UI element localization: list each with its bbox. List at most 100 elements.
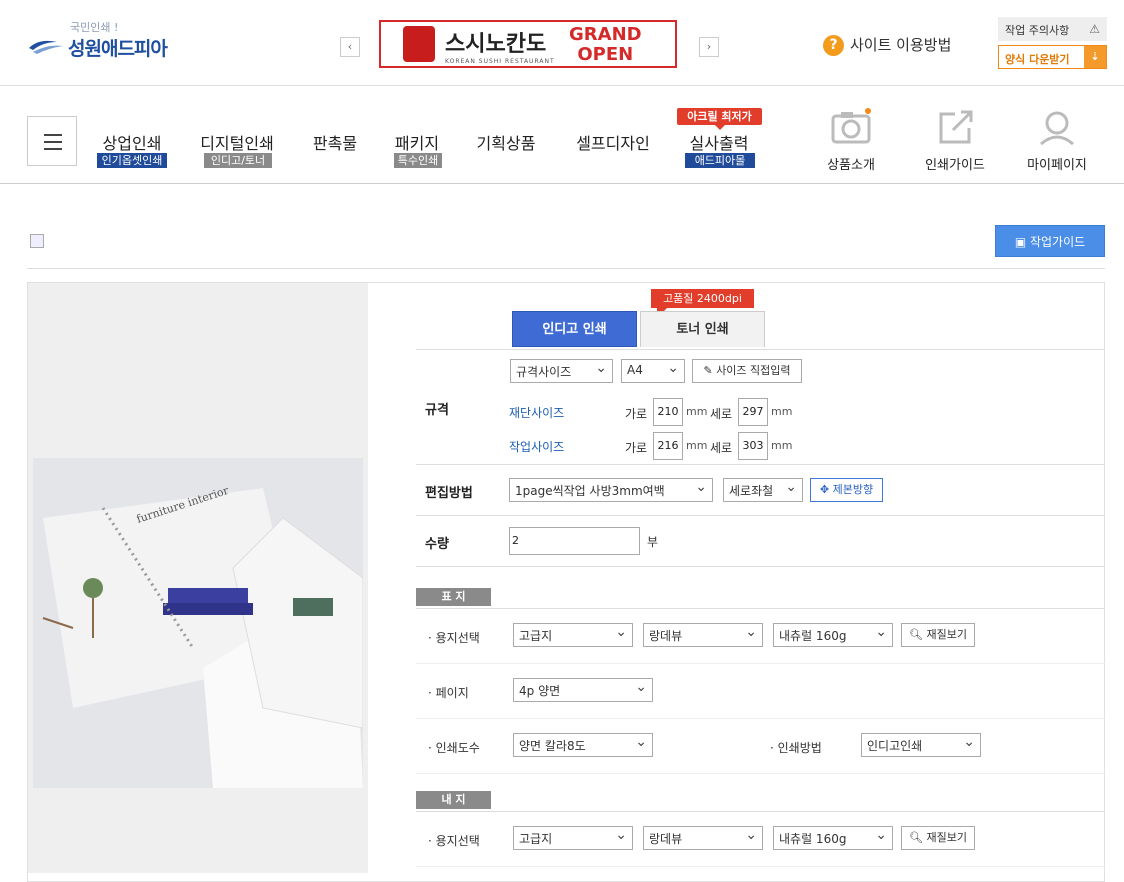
divider bbox=[416, 773, 1105, 774]
logo-text[interactable]: 성원애드피아 bbox=[68, 34, 168, 61]
binding-direction-button[interactable]: ✥ 제본방향 bbox=[810, 478, 883, 502]
cut-width-input[interactable]: 210 bbox=[653, 398, 683, 426]
banner-title: 스시노칸도 bbox=[445, 31, 547, 57]
cover-color-label: · 인쇄도수 bbox=[428, 741, 480, 755]
cover-paper-label: · 용지선택 bbox=[428, 631, 480, 645]
divider bbox=[416, 515, 1105, 516]
divider bbox=[416, 663, 1105, 664]
cover-paper-select-2[interactable]: 랑데뷰 bbox=[643, 623, 763, 647]
restaurant-logo-icon bbox=[403, 26, 435, 62]
cover-page-select[interactable]: 4p 양면 bbox=[513, 678, 653, 702]
nav-product-intro-label: 상품소개 bbox=[827, 158, 875, 173]
image-icon: ▣ bbox=[1014, 235, 1030, 249]
direct-size-button[interactable]: ✎ 사이즈 직접입력 bbox=[692, 359, 802, 383]
banner-next-button[interactable]: › bbox=[699, 37, 719, 57]
cover-section-header: 표 지 bbox=[416, 588, 491, 606]
work-width-label: 가로 bbox=[625, 441, 648, 455]
banner-prev-button[interactable]: ‹ bbox=[340, 37, 360, 57]
inner-material-view-label: 재질보기 bbox=[926, 831, 967, 844]
nav-product-intro[interactable]: 상품소개 bbox=[811, 106, 891, 173]
hamburger-line bbox=[44, 134, 62, 136]
work-height-unit: mm bbox=[771, 439, 793, 452]
quantity-unit: 부 bbox=[647, 535, 659, 549]
menu-button[interactable] bbox=[27, 116, 77, 166]
work-guide-label: 작업가이드 bbox=[1029, 235, 1086, 249]
hamburger-line bbox=[44, 141, 62, 143]
template-download-label: 양식 다운받기 bbox=[1005, 53, 1070, 66]
nav-my-page-label: 마이페이지 bbox=[1027, 158, 1087, 173]
size-type-select[interactable]: 규격사이즈 bbox=[510, 359, 613, 383]
work-height-input[interactable]: 303 bbox=[738, 432, 768, 460]
inner-section-header: 내 지 bbox=[416, 791, 491, 809]
divider bbox=[416, 811, 1105, 812]
cut-height-input[interactable]: 297 bbox=[738, 398, 768, 426]
spec-label: 규격 bbox=[425, 403, 449, 418]
work-size-label: 작업사이즈 bbox=[509, 440, 565, 454]
work-width-input[interactable]: 216 bbox=[653, 432, 683, 460]
work-guide-button[interactable]: ▣ 작업가이드 bbox=[995, 225, 1105, 257]
cover-material-view-label: 재질보기 bbox=[926, 628, 967, 641]
nav-sub-indigo[interactable]: 인디고/토너 bbox=[204, 153, 272, 168]
camera-icon bbox=[831, 108, 871, 144]
work-height-label: 세로 bbox=[710, 441, 733, 455]
nav-item-package[interactable]: 패키지 bbox=[393, 130, 441, 154]
user-icon bbox=[1040, 111, 1074, 146]
nav-item-large-output[interactable]: 실사출력 bbox=[687, 130, 751, 154]
inner-paper-select-1[interactable]: 고급지 bbox=[513, 826, 633, 850]
nav-item-self-design[interactable]: 셀프디자인 bbox=[573, 130, 653, 154]
inner-paper-label-text: 용지선택 bbox=[435, 834, 480, 848]
edit-method-label: 편집방법 bbox=[425, 486, 473, 501]
template-download-button[interactable]: 양식 다운받기 ⇣ bbox=[998, 45, 1107, 69]
cover-paper-select-3[interactable]: 내츄럴 160g bbox=[773, 623, 893, 647]
quantity-input[interactable]: 2 bbox=[509, 527, 640, 555]
nav-sub-special[interactable]: 특수인쇄 bbox=[394, 153, 442, 168]
direct-size-label: 사이즈 직접입력 bbox=[716, 364, 791, 377]
nav-item-promo-goods[interactable]: 판촉물 bbox=[311, 130, 359, 154]
binding-select[interactable]: 세로좌철 bbox=[723, 478, 803, 502]
cover-material-view-button[interactable]: 🔍︎ 재질보기 bbox=[901, 623, 975, 647]
inner-paper-select-2[interactable]: 랑데뷰 bbox=[643, 826, 763, 850]
cover-page-label-text: 페이지 bbox=[435, 686, 469, 700]
high-quality-badge: 고품질 2400dpi bbox=[651, 289, 754, 318]
nav-print-guide[interactable]: 인쇄가이드 bbox=[915, 106, 995, 173]
logo-icon[interactable] bbox=[27, 36, 65, 56]
nav-sub-offset[interactable]: 인기옵셋인쇄 bbox=[97, 153, 167, 168]
nav-item-planned-goods[interactable]: 기획상품 bbox=[474, 130, 538, 154]
cut-width-label: 가로 bbox=[625, 407, 648, 421]
cut-height-unit: mm bbox=[771, 405, 793, 418]
nav-my-page[interactable]: 마이페이지 bbox=[1017, 106, 1097, 173]
brochure-illustration: furniture interior bbox=[33, 458, 363, 788]
download-icon: ⇣ bbox=[1084, 46, 1106, 68]
cover-paper-select-1[interactable]: 고급지 bbox=[513, 623, 633, 647]
divider bbox=[416, 349, 1105, 350]
hamburger-line bbox=[44, 148, 62, 150]
search-icon: 🔍︎ bbox=[909, 628, 927, 641]
size-select[interactable]: A4 bbox=[621, 359, 685, 383]
banner-grand-open: GRAND OPEN bbox=[569, 25, 642, 65]
site-help-link[interactable]: ? 사이트 이용방법 bbox=[823, 34, 951, 56]
warning-icon: ⚠ bbox=[1089, 22, 1100, 36]
nav-item-digital-print[interactable]: 디지털인쇄 bbox=[197, 130, 277, 154]
work-caution-button[interactable]: 작업 주의사항 ⚠ bbox=[998, 17, 1107, 41]
external-link-icon bbox=[939, 110, 973, 144]
banner-grand: GRAND bbox=[569, 24, 642, 45]
nav-sub-adpiamall[interactable]: 애드피아몰 bbox=[685, 153, 755, 168]
cut-width-unit: mm bbox=[686, 405, 708, 418]
tab-indigo-print[interactable]: 인디고 인쇄 bbox=[512, 311, 637, 347]
promo-banner[interactable]: 스시노칸도 KOREAN SUSHI RESTAURANT GRAND OPEN bbox=[379, 20, 677, 68]
banner-subtitle: KOREAN SUSHI RESTAURANT bbox=[445, 58, 555, 65]
nav-item-commercial-print[interactable]: 상업인쇄 bbox=[100, 130, 164, 154]
product-photo: furniture interior bbox=[33, 458, 363, 788]
cover-color-select[interactable]: 양면 칼라8도 bbox=[513, 733, 653, 757]
cut-height-label: 세로 bbox=[710, 407, 733, 421]
inner-material-view-button[interactable]: 🔍︎ 재질보기 bbox=[901, 826, 975, 850]
pencil-icon: ✎ bbox=[703, 364, 717, 377]
inner-paper-select-3[interactable]: 내츄럴 160g bbox=[773, 826, 893, 850]
cover-color-label-text: 인쇄도수 bbox=[435, 741, 480, 755]
edit-method-select[interactable]: 1page씩작업 사방3mm여백 bbox=[509, 478, 713, 502]
tab-toner-print[interactable]: 토너 인쇄 bbox=[640, 311, 765, 347]
cover-page-label: · 페이지 bbox=[428, 686, 469, 700]
cover-method-select[interactable]: 인디고인쇄 bbox=[861, 733, 981, 757]
quantity-label: 수량 bbox=[425, 537, 449, 552]
work-caution-label: 작업 주의사항 bbox=[1005, 24, 1070, 37]
